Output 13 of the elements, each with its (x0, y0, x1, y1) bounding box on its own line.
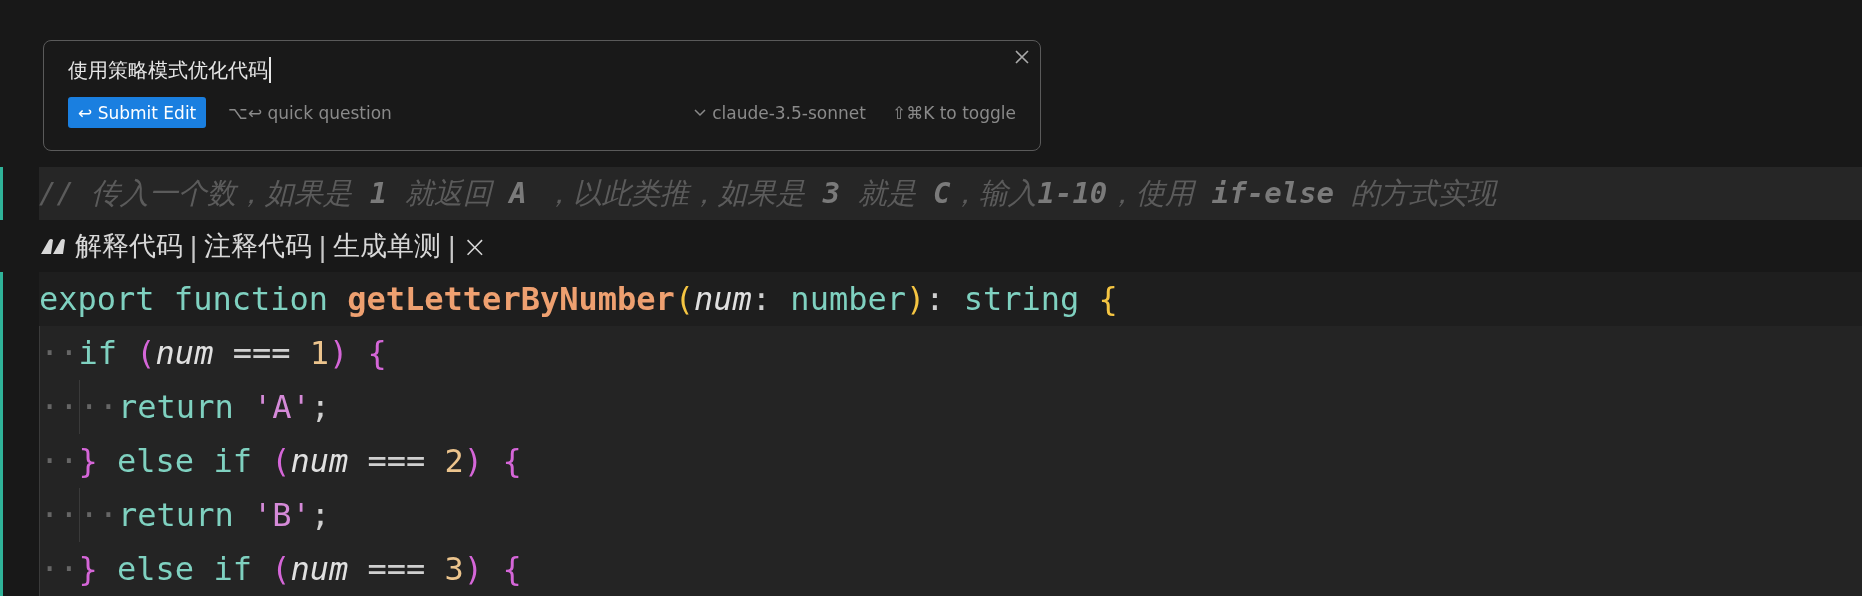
prompt-input[interactable]: 使用策略模式优化代码 (68, 55, 1016, 85)
separator: | (447, 230, 457, 262)
separator: | (189, 230, 199, 262)
codelens-close[interactable]: × (462, 228, 488, 264)
chevron-down-icon (694, 108, 707, 117)
codelens-action[interactable]: 生成单测 (333, 228, 442, 264)
codelens-action[interactable]: 注释代码 (204, 228, 313, 264)
submit-edit-button[interactable]: ↩ Submit Edit (68, 97, 207, 128)
separator: | (318, 230, 328, 262)
codelens-action[interactable]: 解释代码 (75, 228, 183, 264)
model-selector[interactable]: claude-3.5-sonnet (694, 102, 866, 123)
toggle-shortcut-hint: ⇧⌘K to toggle (891, 102, 1016, 123)
quick-question-hint: ⌥↩ quick question (228, 102, 392, 123)
